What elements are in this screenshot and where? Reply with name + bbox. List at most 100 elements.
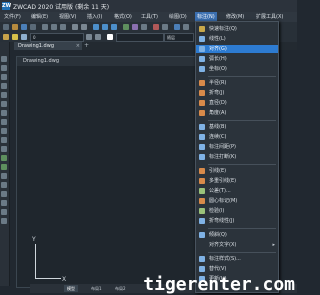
cloud-icon[interactable] xyxy=(1,119,7,125)
ordinate-icon xyxy=(199,66,205,72)
undo-icon[interactable] xyxy=(72,24,78,30)
calculator-icon[interactable] xyxy=(141,24,147,30)
menu-modify[interactable]: 修改(M) xyxy=(226,13,244,21)
jogged-linear-icon xyxy=(199,218,205,224)
xline-icon[interactable] xyxy=(1,65,7,71)
zoom-icon[interactable] xyxy=(102,24,108,30)
line-icon[interactable] xyxy=(1,56,7,62)
menu-item-leader[interactable]: 引线(E) xyxy=(196,167,278,175)
color-select[interactable] xyxy=(116,33,164,42)
menu-item-angular[interactable]: 角度(A) xyxy=(196,109,278,117)
lightbulb-icon[interactable] xyxy=(12,34,18,40)
new-icon[interactable] xyxy=(3,24,9,30)
help-icon[interactable] xyxy=(162,24,168,30)
print-icon[interactable] xyxy=(30,24,36,30)
rectangle-icon[interactable] xyxy=(1,92,7,98)
menu-item-override[interactable]: 替代(V) xyxy=(196,265,278,273)
menu-item-align-text[interactable]: 对齐文字(X) ▸ xyxy=(196,241,278,249)
menu-item-inspection[interactable]: 检验(I) xyxy=(196,207,278,215)
layer-manager-icon[interactable] xyxy=(3,34,9,40)
markup-icon[interactable] xyxy=(153,24,159,30)
layer-select[interactable]: 0 xyxy=(30,33,84,42)
menu-item-jogged-linear[interactable]: 折弯线性(J) xyxy=(196,217,278,225)
menu-item-dim-break[interactable]: 标注打断(K) xyxy=(196,153,278,161)
menu-item-label: 对齐(G) xyxy=(209,46,227,52)
ellipse-icon[interactable] xyxy=(1,137,7,143)
aligned-dimension-icon xyxy=(199,46,205,52)
redo-icon[interactable] xyxy=(81,24,87,30)
menu-file[interactable]: 文件(F) xyxy=(4,13,21,21)
point-icon[interactable] xyxy=(1,173,7,179)
insert-block-icon[interactable] xyxy=(1,155,7,161)
zoom-window-icon[interactable] xyxy=(111,24,117,30)
menu-item-label: 标注间距(P) xyxy=(209,144,236,150)
make-block-icon[interactable] xyxy=(1,164,7,170)
paste-icon[interactable] xyxy=(60,24,66,30)
drawing-window[interactable]: Drawing1.dwg xyxy=(16,56,204,288)
open-icon[interactable] xyxy=(12,24,18,30)
gradient-icon[interactable] xyxy=(1,191,7,197)
ellipse-arc-icon[interactable] xyxy=(1,146,7,152)
menu-item-continue[interactable]: 连续(C) xyxy=(196,133,278,141)
menu-item-dim-style[interactable]: 标注样式(S)... xyxy=(196,255,278,263)
color-swatch-icon[interactable] xyxy=(107,34,113,40)
dim-style-select[interactable]: 随层 xyxy=(164,33,194,42)
menu-insert[interactable]: 插入(I) xyxy=(87,13,102,21)
copy-icon[interactable] xyxy=(51,24,57,30)
layer-previous-icon[interactable] xyxy=(86,34,92,40)
menu-item-quick-dimension[interactable]: 快速标注(Q) xyxy=(196,25,278,33)
menu-item-label: 折弯线性(J) xyxy=(209,218,235,224)
tab-model[interactable]: 模型 xyxy=(64,285,78,292)
polygon-icon[interactable] xyxy=(1,83,7,89)
save-icon[interactable] xyxy=(21,24,27,30)
menu-item-arc-length[interactable]: 弧长(H) xyxy=(196,55,278,63)
menu-item-baseline[interactable]: 基线(B) xyxy=(196,123,278,131)
arc-icon[interactable] xyxy=(1,101,7,107)
menu-item-multileader[interactable]: 多重引线(E) xyxy=(196,177,278,185)
design-center-icon[interactable] xyxy=(132,24,138,30)
menu-separator xyxy=(208,76,276,77)
menu-item-tolerance[interactable]: 公差(T)... xyxy=(196,187,278,195)
menu-format[interactable]: 格式(O) xyxy=(114,13,132,21)
match-prop-icon[interactable] xyxy=(174,24,180,30)
menu-tools[interactable]: 工具(T) xyxy=(141,13,158,21)
hatch-icon[interactable] xyxy=(1,182,7,188)
properties-icon[interactable] xyxy=(123,24,129,30)
menu-view[interactable]: 视图(V) xyxy=(59,13,76,21)
menu-extended-tools[interactable]: 扩展工具(X) xyxy=(256,13,283,21)
menu-item-center-mark[interactable]: 圆心标记(M) xyxy=(196,197,278,205)
menu-item-linear[interactable]: 线性(L) xyxy=(196,35,278,43)
menu-draw[interactable]: 绘图(D) xyxy=(169,13,187,21)
menu-item-diameter[interactable]: 直径(D) xyxy=(196,99,278,107)
menu-item-aligned[interactable]: 对齐(G) xyxy=(196,45,278,53)
menu-item-jogged[interactable]: 折弯(J) xyxy=(196,89,278,97)
menu-item-label: 快速标注(Q) xyxy=(209,26,237,32)
layer-state-icon[interactable] xyxy=(95,34,101,40)
menu-item-oblique[interactable]: 倾斜(Q) xyxy=(196,231,278,239)
drawing-window-title: Drawing1.dwg xyxy=(17,57,203,66)
close-icon[interactable]: × xyxy=(76,42,80,50)
menu-item-radius[interactable]: 半径(R) xyxy=(196,79,278,87)
quick-dimension-icon xyxy=(199,26,205,32)
block-icon[interactable] xyxy=(183,24,189,30)
new-tab-button[interactable]: + xyxy=(84,42,89,50)
menu-item-ordinate[interactable]: 坐标(O) xyxy=(196,65,278,73)
table-icon[interactable] xyxy=(1,209,7,215)
document-tab[interactable]: Drawing1.dwg × xyxy=(14,42,82,50)
menu-item-label: 圆心标记(M) xyxy=(209,198,238,204)
tab-layout2[interactable]: 布局2 xyxy=(112,285,129,292)
ucs-x-axis xyxy=(35,278,61,279)
menu-item-dim-space[interactable]: 标注间距(P) xyxy=(196,143,278,151)
menu-edit[interactable]: 编辑(E) xyxy=(31,13,48,21)
menu-item-label: 替代(V) xyxy=(209,266,227,272)
pan-icon[interactable] xyxy=(93,24,99,30)
cut-icon[interactable] xyxy=(42,24,48,30)
circle-icon[interactable] xyxy=(1,110,7,116)
sun-icon[interactable] xyxy=(21,34,27,40)
mtext-icon[interactable] xyxy=(1,218,7,224)
ucs-x-label: X xyxy=(62,276,67,283)
region-icon[interactable] xyxy=(1,200,7,206)
spline-icon[interactable] xyxy=(1,128,7,134)
tab-layout1[interactable]: 布局1 xyxy=(88,285,105,292)
polyline-icon[interactable] xyxy=(1,74,7,80)
